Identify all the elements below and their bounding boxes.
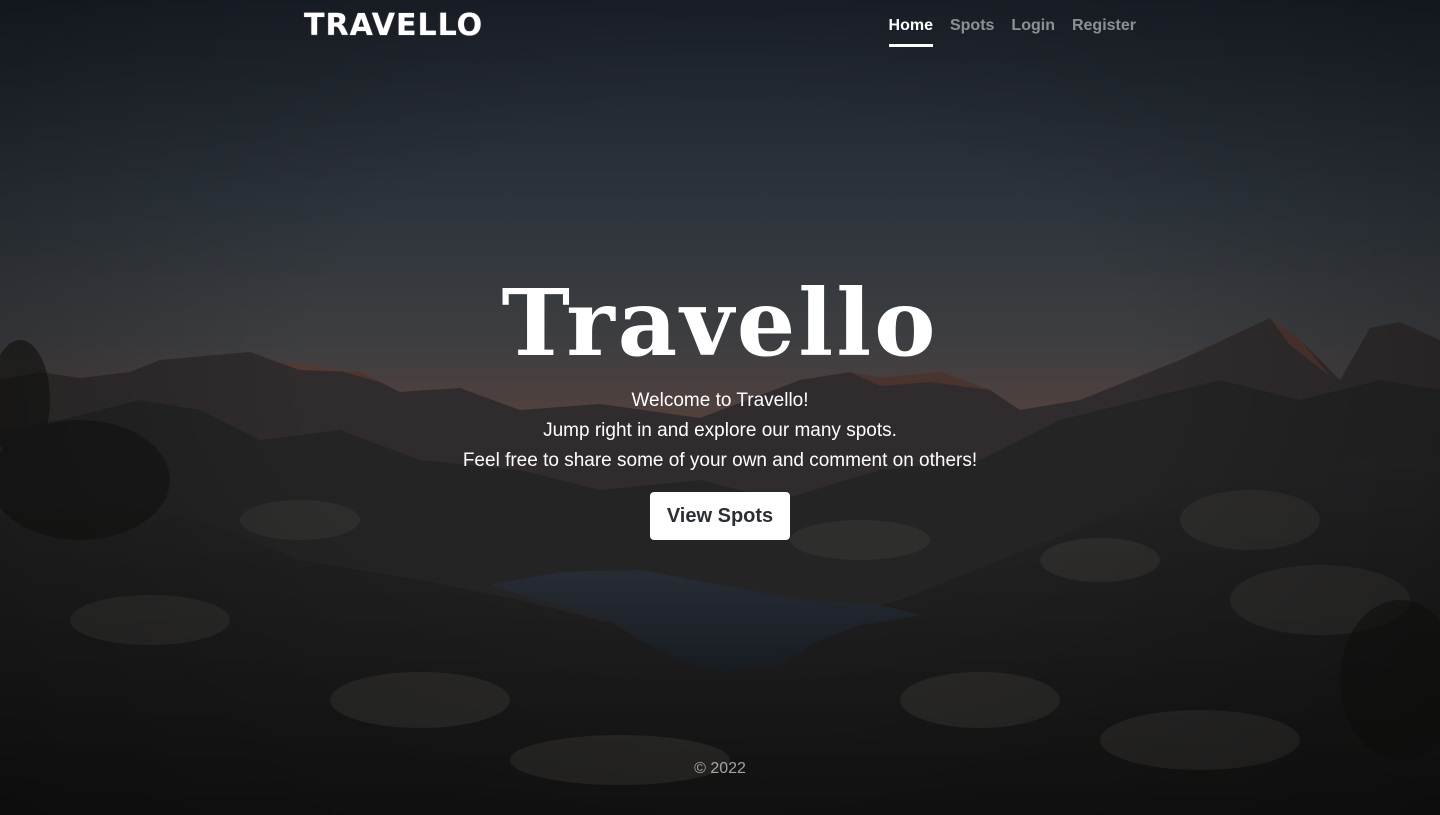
footer-copyright: © 2022 xyxy=(694,760,746,777)
hero-welcome-line: Welcome to Travello! xyxy=(631,390,809,411)
nav-spots-link[interactable]: Spots xyxy=(950,16,994,47)
nav-home-link[interactable]: Home xyxy=(888,16,933,47)
brand-logo[interactable]: TRAVELLO xyxy=(304,8,483,43)
hero-explore-line: Jump right in and explore our many spots… xyxy=(543,420,897,441)
nav-register-link[interactable]: Register xyxy=(1072,16,1136,47)
nav-login-link[interactable]: Login xyxy=(1011,16,1055,47)
hero-section: Travello Welcome to Travello! Jump right… xyxy=(0,268,1440,540)
hero-share-line: Feel free to share some of your own and … xyxy=(462,450,978,471)
hero-title: Travello xyxy=(501,269,939,377)
nav-links: Home Spots Login Register xyxy=(888,16,1136,47)
navbar: TRAVELLO Home Spots Login Register xyxy=(0,0,1440,56)
hero-description: Welcome to Travello! Jump right in and e… xyxy=(0,386,1440,476)
view-spots-button[interactable]: View Spots xyxy=(649,492,791,540)
